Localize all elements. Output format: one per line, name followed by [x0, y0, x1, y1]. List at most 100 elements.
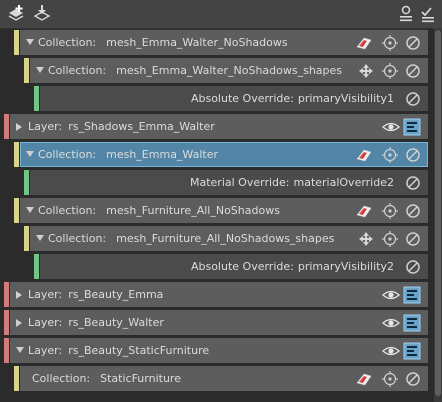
layer-color-stripe	[4, 310, 9, 335]
layer-row[interactable]: Layer: rs_Beauty_Emma	[0, 282, 442, 309]
collection-row[interactable]: Collection: mesh_Furniture_All_NoShadows	[0, 198, 442, 225]
override-row[interactable]: Material Override: materialOverride2	[0, 170, 442, 197]
override-label: Material Override: materialOverride2	[190, 170, 394, 195]
expand-arrow-right-icon[interactable]	[16, 123, 22, 131]
move-icon[interactable]	[357, 230, 375, 248]
override-color-stripe	[34, 86, 39, 111]
collection-name: mesh_Furniture_All_NoShadows	[106, 204, 280, 217]
visibility-eye-icon[interactable]	[382, 314, 400, 332]
collection-color-stripe	[24, 58, 29, 83]
disable-icon[interactable]	[404, 34, 422, 52]
visibility-eye-icon[interactable]	[382, 286, 400, 304]
override-type: Material Override:	[190, 176, 290, 189]
override-name: primaryVisibility2	[297, 260, 394, 273]
expand-arrow-down-icon[interactable]	[16, 347, 24, 353]
collection-prefix: Collection:	[38, 204, 97, 217]
collection-row[interactable]: Collection: mesh_Emma_Walter	[0, 142, 442, 169]
collection-row[interactable]: Collection: StaticFurniture	[0, 366, 442, 393]
renderable-icon[interactable]	[403, 342, 421, 360]
layer-name: rs_Beauty_Walter	[68, 316, 164, 329]
collection-color-stripe	[14, 198, 19, 223]
disable-icon[interactable]	[404, 146, 422, 164]
layer-row[interactable]: Layer: rs_Shadows_Emma_Walter	[0, 114, 442, 141]
collection-name: mesh_Emma_Walter_NoShadows	[106, 36, 288, 49]
collection-name: mesh_Emma_Walter_NoShadows_shapes	[116, 64, 343, 77]
collection-color-stripe	[14, 142, 19, 167]
disable-icon[interactable]	[404, 258, 422, 276]
isolate-icon[interactable]	[381, 370, 399, 388]
layer-row[interactable]: Layer: rs_Beauty_Walter	[0, 310, 442, 337]
shader-override-icon[interactable]	[355, 34, 373, 52]
collection-prefix: Collection:	[32, 372, 91, 385]
collection-color-stripe	[24, 226, 29, 251]
collection-label: Collection: mesh_Furniture_All_NoShadows_…	[48, 226, 334, 251]
layer-color-stripe	[4, 282, 9, 307]
collection-label: Collection: mesh_Emma_Walter_NoShadows_sh…	[48, 58, 342, 83]
isolate-icon[interactable]	[381, 62, 399, 80]
disable-icon[interactable]	[404, 174, 422, 192]
isolate-icon[interactable]	[381, 34, 399, 52]
shader-override-icon[interactable]	[355, 202, 373, 220]
expand-arrow-down-icon[interactable]	[36, 67, 44, 73]
override-name: materialOverride2	[293, 176, 394, 189]
layer-prefix: Layer:	[28, 344, 63, 357]
visibility-eye-icon[interactable]	[382, 118, 400, 136]
collection-row[interactable]: Collection: mesh_Emma_Walter_NoShadows_sh…	[0, 58, 442, 85]
expand-arrow-down-icon[interactable]	[26, 207, 34, 213]
override-type: Absolute Override:	[190, 260, 294, 273]
isolate-icon[interactable]	[381, 202, 399, 220]
collection-prefix: Collection:	[38, 36, 97, 49]
layer-prefix: Layer:	[28, 120, 63, 133]
shader-override-icon[interactable]	[355, 146, 373, 164]
collection-name: mesh_Emma_Walter	[106, 148, 219, 161]
override-row[interactable]: Absolute Override: primaryVisibility2	[0, 254, 442, 281]
expand-arrow-down-icon[interactable]	[36, 235, 44, 241]
render-settings-icon[interactable]	[396, 4, 416, 24]
layer-name: rs_Beauty_StaticFurniture	[68, 344, 210, 357]
collection-name: StaticFurniture	[100, 372, 181, 385]
ai-override-icon[interactable]	[418, 4, 438, 24]
expand-arrow-down-icon[interactable]	[26, 39, 34, 45]
layer-label: Layer: rs_Beauty_Walter	[28, 310, 164, 335]
override-row[interactable]: Absolute Override: primaryVisibility1	[0, 86, 442, 113]
collection-label: Collection: mesh_Emma_Walter_NoShadows	[38, 30, 288, 55]
expand-arrow-right-icon[interactable]	[16, 291, 22, 299]
layer-prefix: Layer:	[28, 288, 63, 301]
layer-label: Layer: rs_Beauty_StaticFurniture	[28, 338, 209, 363]
collection-prefix: Collection:	[48, 64, 107, 77]
disable-icon[interactable]	[404, 230, 422, 248]
collection-row[interactable]: Collection: mesh_Emma_Walter_NoShadows	[0, 30, 442, 57]
renderable-icon[interactable]	[403, 286, 421, 304]
layer-row[interactable]: Layer: rs_Beauty_StaticFurniture	[0, 338, 442, 365]
shader-override-icon[interactable]	[355, 370, 373, 388]
collection-color-stripe	[14, 30, 19, 55]
expand-arrow-right-icon[interactable]	[16, 319, 22, 327]
disable-icon[interactable]	[404, 370, 422, 388]
disable-icon[interactable]	[404, 202, 422, 220]
expand-arrow-down-icon[interactable]	[26, 151, 34, 157]
renderable-icon[interactable]	[403, 314, 421, 332]
collection-prefix: Collection:	[38, 148, 97, 161]
isolate-icon[interactable]	[381, 146, 399, 164]
layer-prefix: Layer:	[28, 316, 63, 329]
move-icon[interactable]	[357, 62, 375, 80]
disable-icon[interactable]	[404, 90, 422, 108]
layer-color-stripe	[4, 114, 9, 139]
collection-label: Collection: mesh_Emma_Walter	[38, 142, 218, 167]
visibility-eye-icon[interactable]	[382, 342, 400, 360]
collection-color-stripe	[14, 366, 19, 391]
toolbar	[0, 0, 442, 28]
override-label: Absolute Override: primaryVisibility1	[191, 86, 394, 111]
override-color-stripe	[24, 170, 29, 195]
override-color-stripe	[34, 254, 39, 279]
isolate-icon[interactable]	[381, 230, 399, 248]
collection-name: mesh_Furniture_All_NoShadows_shapes	[116, 232, 335, 245]
layer-label: Layer: rs_Shadows_Emma_Walter	[28, 114, 215, 139]
layer-name: rs_Beauty_Emma	[68, 288, 164, 301]
import-icon[interactable]	[32, 4, 52, 24]
disable-icon[interactable]	[404, 62, 422, 80]
create-layer-icon[interactable]	[6, 4, 26, 24]
renderable-icon[interactable]	[403, 118, 421, 136]
override-label: Absolute Override: primaryVisibility2	[191, 254, 394, 279]
collection-row[interactable]: Collection: mesh_Furniture_All_NoShadows_…	[0, 226, 442, 253]
